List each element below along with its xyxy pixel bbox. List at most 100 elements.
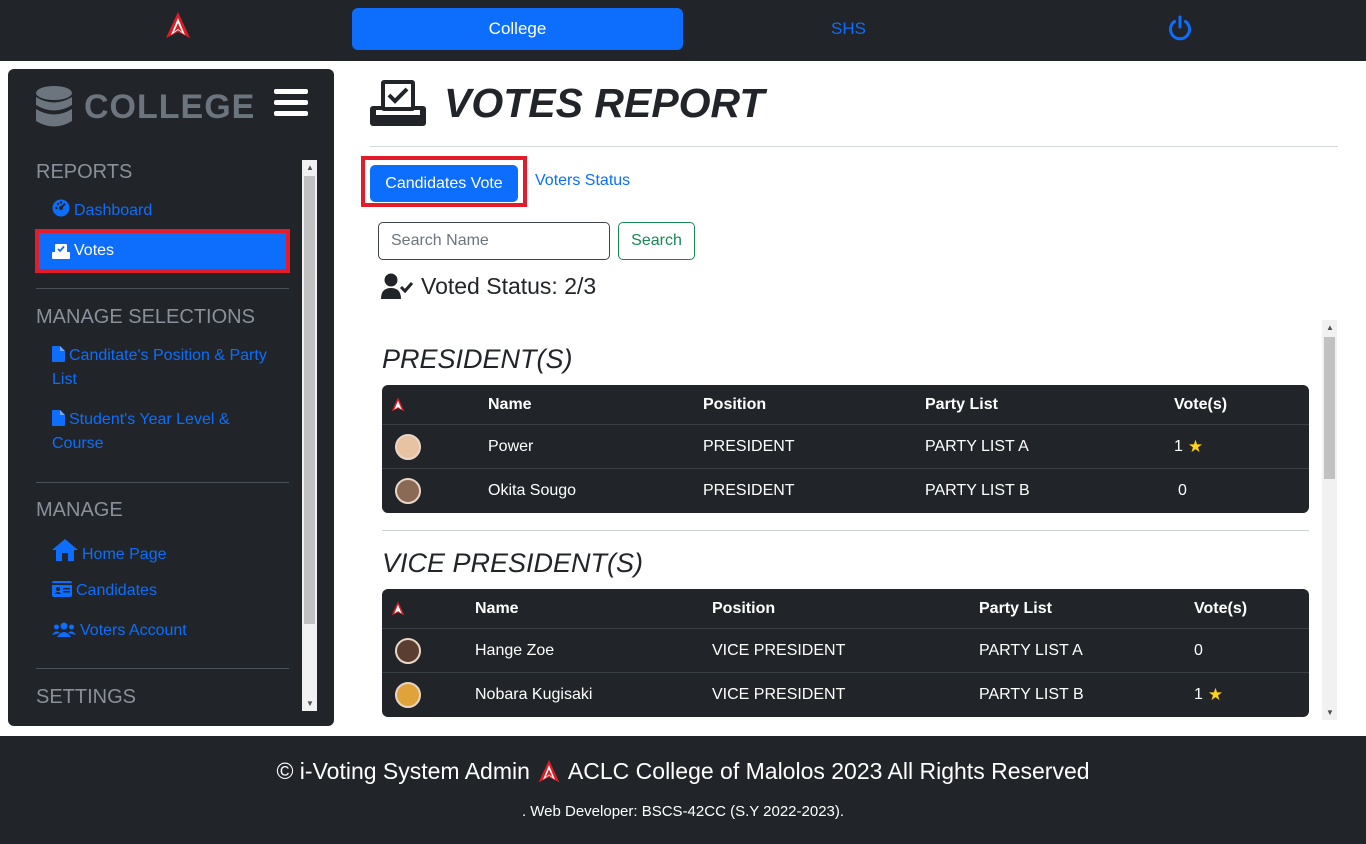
position-title: VICE PRESIDENT(S): [382, 548, 644, 578]
home-icon: [52, 539, 78, 561]
scroll-up-arrow-icon[interactable]: ▲: [306, 163, 314, 172]
voted-status: Voted Status: 2/3: [381, 270, 596, 302]
sidebar: COLLEGE REPORTS Dashboard Votes MANAGE S…: [8, 69, 334, 726]
footer-copyright-prefix: © i-Voting System Admin: [276, 758, 530, 784]
top-navbar: College SHS: [0, 0, 1366, 61]
sidebar-item-home-page-label: Home Page: [82, 546, 167, 563]
candidate-party: PARTY LIST B: [979, 686, 1084, 703]
aclc-logo-icon[interactable]: [163, 11, 193, 41]
sidebar-heading-manage-selections: MANAGE SELECTIONS: [36, 306, 255, 328]
scroll-down-arrow-icon[interactable]: ▼: [306, 699, 314, 708]
candidate-name: Power: [488, 437, 534, 455]
col-header-name: Name: [475, 599, 519, 617]
sidebar-item-position-party[interactable]: Canditate's Position & Party List: [52, 344, 282, 392]
candidate-votes: 0: [1178, 482, 1187, 499]
votes-table: Name Position Party List Vote(s) Hange Z…: [382, 589, 1309, 717]
col-header-party: Party List: [979, 599, 1052, 617]
candidate-position: VICE PRESIDENT: [712, 641, 846, 659]
sidebar-scrollbar-thumb[interactable]: [304, 176, 315, 624]
file-icon: [52, 346, 65, 362]
page-title-text: VOTES REPORT: [444, 79, 765, 126]
sidebar-item-dashboard[interactable]: Dashboard: [52, 199, 152, 223]
candidate-avatar: [395, 433, 421, 460]
candidate-party: PARTY LIST A: [925, 437, 1029, 455]
candidate-votes: 0: [1194, 641, 1203, 659]
sidebar-divider: [36, 482, 289, 483]
search-input[interactable]: Search Name: [378, 222, 610, 260]
star-icon: ★: [1207, 685, 1224, 704]
table-row: Power PRESIDENT PARTY LIST A 1 ★: [382, 425, 1309, 469]
votes-table: Name Position Party List Vote(s) Power P…: [382, 385, 1309, 513]
tab-candidates-vote[interactable]: Candidates Vote: [370, 165, 518, 202]
candidate-party: PARTY LIST A: [979, 641, 1083, 659]
scroll-down-arrow-icon[interactable]: ▼: [1326, 708, 1334, 717]
user-check-icon: [381, 273, 413, 299]
sidebar-item-votes[interactable]: Votes: [35, 229, 290, 273]
vote-box-icon: [52, 244, 70, 259]
sidebar-item-year-course-label: Student's Year Level & Course: [52, 411, 230, 452]
tab-voters-status[interactable]: Voters Status: [535, 172, 630, 190]
table-row: Okita Sougo PRESIDENT PARTY LIST B 0: [382, 469, 1309, 513]
sidebar-item-votes-label: Votes: [74, 242, 115, 259]
results-scrollbar[interactable]: ▲ ▼: [1322, 320, 1337, 720]
gauge-icon: [52, 199, 70, 217]
footer-copyright-suffix: ACLC College of Malolos 2023 All Rights …: [567, 758, 1090, 784]
search-button[interactable]: Search: [618, 222, 695, 260]
col-header-position: Position: [703, 395, 767, 413]
candidate-position: VICE PRESIDENT: [712, 686, 846, 703]
table-header-row: Name Position Party List Vote(s): [382, 589, 1309, 629]
section-divider: [382, 530, 1309, 531]
results-panel[interactable]: PRESIDENT(S) Name Position Party List Vo…: [370, 320, 1338, 720]
sidebar-brand: COLLEGE: [36, 85, 255, 129]
results-scrollbar-thumb[interactable]: [1324, 337, 1335, 479]
tab-college[interactable]: College: [352, 8, 683, 50]
col-header-party: Party List: [925, 395, 998, 413]
candidate-party: PARTY LIST B: [925, 482, 1030, 499]
sidebar-item-dashboard-label: Dashboard: [74, 202, 153, 219]
sidebar-divider: [36, 668, 289, 669]
sidebar-divider: [36, 288, 289, 289]
col-header-position: Position: [712, 599, 776, 617]
candidate-votes: 1: [1194, 686, 1203, 703]
sidebar-item-position-party-label: Canditate's Position & Party List: [52, 347, 267, 388]
candidate-avatar: [395, 682, 421, 708]
sidebar-item-candidates-label: Candidates: [76, 582, 157, 599]
hamburger-menu-icon[interactable]: [274, 89, 308, 117]
table-row: Nobara Kugisaki VICE PRESIDENT PARTY LIS…: [382, 673, 1309, 717]
sidebar-heading-reports: REPORTS: [36, 161, 133, 183]
sidebar-heading-settings: SETTINGS: [36, 686, 137, 708]
footer-developer: . Web Developer: BSCS-42CC (S.Y 2022-202…: [521, 803, 845, 820]
star-icon: ★: [1187, 436, 1204, 456]
candidate-avatar: [395, 478, 421, 504]
sidebar-item-candidates[interactable]: Candidates: [52, 579, 157, 603]
col-header-votes: Vote(s): [1194, 599, 1248, 617]
sidebar-item-voters-account-label: Voters Account: [80, 622, 187, 639]
aclc-logo-icon: [391, 397, 405, 411]
sidebar-brand-text: COLLEGE: [84, 87, 256, 126]
candidate-name: Nobara Kugisaki: [475, 686, 593, 703]
voted-status-text: Voted Status: 2/3: [421, 272, 597, 299]
candidate-name: Okita Sougo: [488, 482, 577, 499]
candidate-position: PRESIDENT: [703, 482, 795, 499]
sidebar-item-home-page[interactable]: Home Page: [52, 539, 167, 567]
col-header-name: Name: [488, 395, 532, 413]
candidate-name: Hange Zoe: [475, 641, 555, 659]
page-title: VOTES REPORT: [370, 78, 764, 128]
power-icon[interactable]: [1166, 14, 1194, 42]
sidebar-heading-manage: MANAGE: [36, 499, 123, 521]
file-icon: [52, 410, 65, 426]
candidate-position: PRESIDENT: [703, 437, 795, 455]
table-header-row: Name Position Party List Vote(s): [382, 385, 1309, 425]
table-row: Hange Zoe VICE PRESIDENT PARTY LIST A 0: [382, 629, 1309, 673]
sidebar-item-voters-account[interactable]: Voters Account: [52, 619, 187, 643]
position-title: PRESIDENT(S): [382, 344, 573, 374]
tab-shs[interactable]: SHS: [683, 8, 1014, 50]
candidate-avatar: [395, 637, 421, 664]
database-icon: [36, 86, 72, 127]
vote-box-icon: [370, 80, 426, 126]
sidebar-item-year-course[interactable]: Student's Year Level & Course: [52, 408, 252, 456]
sidebar-scrollbar[interactable]: ▲ ▼: [302, 160, 317, 711]
scroll-up-arrow-icon[interactable]: ▲: [1326, 323, 1334, 332]
sidebar-scroll-area[interactable]: REPORTS Dashboard Votes MANAGE SELECTION…: [8, 157, 318, 713]
users-icon: [52, 622, 76, 637]
